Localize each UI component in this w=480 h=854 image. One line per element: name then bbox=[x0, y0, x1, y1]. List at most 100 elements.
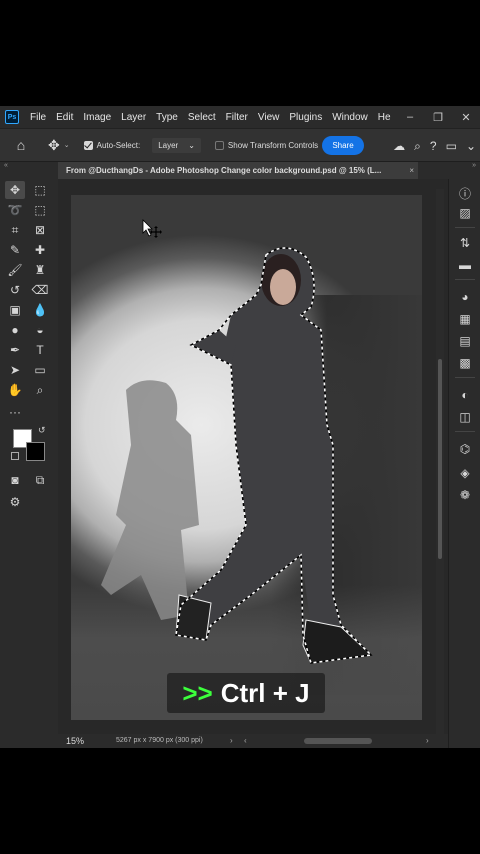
lasso-tool-icon[interactable]: ➰ bbox=[5, 201, 25, 219]
person-figure bbox=[181, 247, 341, 627]
sponge-icon[interactable]: ◒ bbox=[30, 321, 50, 339]
horizontal-scroll-thumb[interactable] bbox=[304, 738, 372, 744]
history-brush-icon[interactable]: ↺ bbox=[5, 281, 25, 299]
panel-divider bbox=[455, 279, 475, 280]
tool-preset-caret-icon[interactable]: ⌄ bbox=[64, 141, 70, 149]
layers-icon[interactable]: ◈ bbox=[456, 465, 474, 481]
collapse-left-icon[interactable]: « bbox=[4, 162, 8, 169]
stamp-tool-icon[interactable]: ♜ bbox=[30, 261, 50, 279]
eyedropper-icon[interactable]: ✎ bbox=[5, 241, 25, 259]
person-face bbox=[270, 269, 296, 305]
blur-tool-icon[interactable]: 💧 bbox=[30, 301, 50, 319]
pen-tool-icon[interactable]: ✒ bbox=[5, 341, 25, 359]
window-controls: – ❐ ✕ bbox=[396, 106, 480, 128]
shortcut-caption: >> Ctrl + J bbox=[167, 673, 325, 713]
eraser-icon[interactable]: ⌫ bbox=[30, 281, 50, 299]
dodge-tool-icon[interactable]: ● bbox=[5, 321, 25, 339]
status-expand-icon[interactable]: › bbox=[230, 736, 233, 745]
default-colors-icon[interactable] bbox=[11, 452, 19, 460]
adjustments-icon[interactable]: ◐ bbox=[456, 387, 474, 403]
letterbox-top bbox=[0, 0, 480, 106]
menu-type[interactable]: Type bbox=[151, 112, 183, 123]
show-transform-checkbox[interactable] bbox=[214, 140, 224, 150]
chevron-down-icon[interactable]: ⌄ bbox=[466, 139, 476, 153]
minimize-icon[interactable]: – bbox=[396, 111, 424, 123]
auto-select-checkbox[interactable] bbox=[83, 140, 93, 150]
menu-bar: Ps File Edit Image Layer Type Select Fil… bbox=[0, 106, 480, 128]
move-tool-icon[interactable]: ✥ bbox=[48, 137, 60, 154]
zoom-level[interactable]: 15% bbox=[66, 736, 84, 746]
menu-image[interactable]: Image bbox=[78, 112, 116, 123]
swap-colors-icon[interactable]: ↺ bbox=[38, 425, 46, 436]
search-icon[interactable]: ⌕ bbox=[414, 139, 421, 154]
restore-icon[interactable]: ❐ bbox=[424, 111, 452, 124]
caption-arrow: >> bbox=[182, 677, 213, 708]
comments-icon[interactable]: ▬ bbox=[456, 257, 474, 273]
help-icon[interactable]: ? bbox=[430, 139, 437, 153]
swatches-icon[interactable]: ▦ bbox=[456, 311, 474, 327]
gradient-tool-icon[interactable]: ▣ bbox=[5, 301, 25, 319]
frame-tool-icon[interactable]: ⊠ bbox=[30, 221, 50, 239]
left-shoe bbox=[175, 594, 212, 641]
close-icon[interactable]: ✕ bbox=[452, 111, 480, 124]
path-select-icon[interactable]: ➤ bbox=[5, 361, 25, 379]
panel-divider bbox=[455, 377, 475, 378]
libraries-icon[interactable]: ◫ bbox=[456, 409, 474, 425]
menu-help[interactable]: He bbox=[373, 112, 396, 123]
caption-shortcut: Ctrl + J bbox=[220, 677, 310, 708]
menu-select[interactable]: Select bbox=[183, 112, 221, 123]
zoom-tool-icon[interactable]: ⌕ bbox=[30, 381, 50, 399]
properties-icon[interactable]: ⇅ bbox=[456, 235, 474, 251]
image-panel-icon[interactable]: ▨ bbox=[456, 205, 474, 221]
healing-brush-icon[interactable]: ✚ bbox=[30, 241, 50, 259]
crop-tool-icon[interactable]: ⌗ bbox=[5, 221, 25, 239]
vertical-scroll-thumb[interactable] bbox=[438, 359, 442, 559]
object-select-icon[interactable]: ⬚ bbox=[30, 201, 50, 219]
close-tab-icon[interactable]: × bbox=[409, 162, 414, 179]
type-tool-icon[interactable]: T bbox=[30, 341, 50, 359]
channels-icon[interactable]: ❁ bbox=[456, 487, 474, 503]
more-tools-icon[interactable]: ··· bbox=[5, 403, 25, 421]
panel-divider bbox=[455, 431, 475, 432]
scroll-right-icon[interactable]: › bbox=[426, 736, 429, 745]
edit-toolbar-icon[interactable]: ⚙ bbox=[5, 493, 25, 511]
share-button[interactable]: Share bbox=[322, 136, 364, 155]
menu-window[interactable]: Window bbox=[327, 112, 373, 123]
auto-select-dropdown[interactable]: Layer ⌄ bbox=[152, 137, 201, 153]
document-tab[interactable]: From @DucthangDs - Adobe Photoshop Chang… bbox=[58, 162, 418, 179]
rectangle-tool-icon[interactable]: ▭ bbox=[30, 361, 50, 379]
info-icon[interactable]: ⓘ bbox=[456, 185, 474, 201]
background-color-swatch[interactable] bbox=[26, 442, 45, 461]
photoshop-logo-icon: Ps bbox=[5, 110, 19, 124]
paths-icon[interactable]: ⌬ bbox=[456, 441, 474, 457]
options-bar: ⌂ ✥ ⌄ Auto-Select: Layer ⌄ Show Transfor… bbox=[0, 128, 480, 162]
gradients-icon[interactable]: ▤ bbox=[456, 333, 474, 349]
color-palette-icon[interactable]: ◕ bbox=[456, 289, 474, 305]
brush-tool-icon[interactable]: 🖌 bbox=[5, 261, 25, 279]
scroll-left-icon[interactable]: ‹ bbox=[244, 736, 247, 745]
menu-file[interactable]: File bbox=[25, 112, 51, 123]
chevron-down-icon: ⌄ bbox=[188, 140, 195, 150]
menu-filter[interactable]: Filter bbox=[221, 112, 253, 123]
status-bar: 15% 5267 px x 7900 px (300 ppi) › ‹ › bbox=[58, 734, 448, 748]
vertical-scrollbar[interactable] bbox=[436, 189, 444, 734]
menu-view[interactable]: View bbox=[253, 112, 285, 123]
artboard-tool-icon[interactable]: ⬚ bbox=[30, 181, 50, 199]
patterns-icon[interactable]: ▩ bbox=[456, 355, 474, 371]
document-tab-title: From @DucthangDs - Adobe Photoshop Chang… bbox=[66, 166, 382, 175]
options-right-icons: ☁ ⌕ ? ▭ ⌄ bbox=[393, 129, 476, 163]
document-canvas[interactable] bbox=[71, 195, 422, 720]
home-icon[interactable]: ⌂ bbox=[12, 137, 30, 153]
workspace-icon[interactable]: ▭ bbox=[446, 139, 457, 153]
menu-edit[interactable]: Edit bbox=[51, 112, 78, 123]
tools-panel: ✥ ⬚ ➰ ⬚ ⌗ ⊠ ✎ ✚ 🖌 ♜ ↺ ⌫ ▣ 💧 ● ◒ ✒ T ➤ ▭ … bbox=[0, 179, 58, 748]
menu-plugins[interactable]: Plugins bbox=[284, 112, 327, 123]
move-tool-icon[interactable]: ✥ bbox=[5, 181, 25, 199]
collapse-right-icon[interactable]: » bbox=[472, 162, 476, 169]
screen-mode-icon[interactable]: ⧉ bbox=[30, 471, 50, 489]
menu-layer[interactable]: Layer bbox=[116, 112, 151, 123]
panel-divider bbox=[455, 227, 475, 228]
cloud-docs-icon[interactable]: ☁ bbox=[393, 139, 405, 153]
quick-mask-icon[interactable]: ◙ bbox=[5, 471, 25, 489]
hand-tool-icon[interactable]: ✋ bbox=[5, 381, 25, 399]
